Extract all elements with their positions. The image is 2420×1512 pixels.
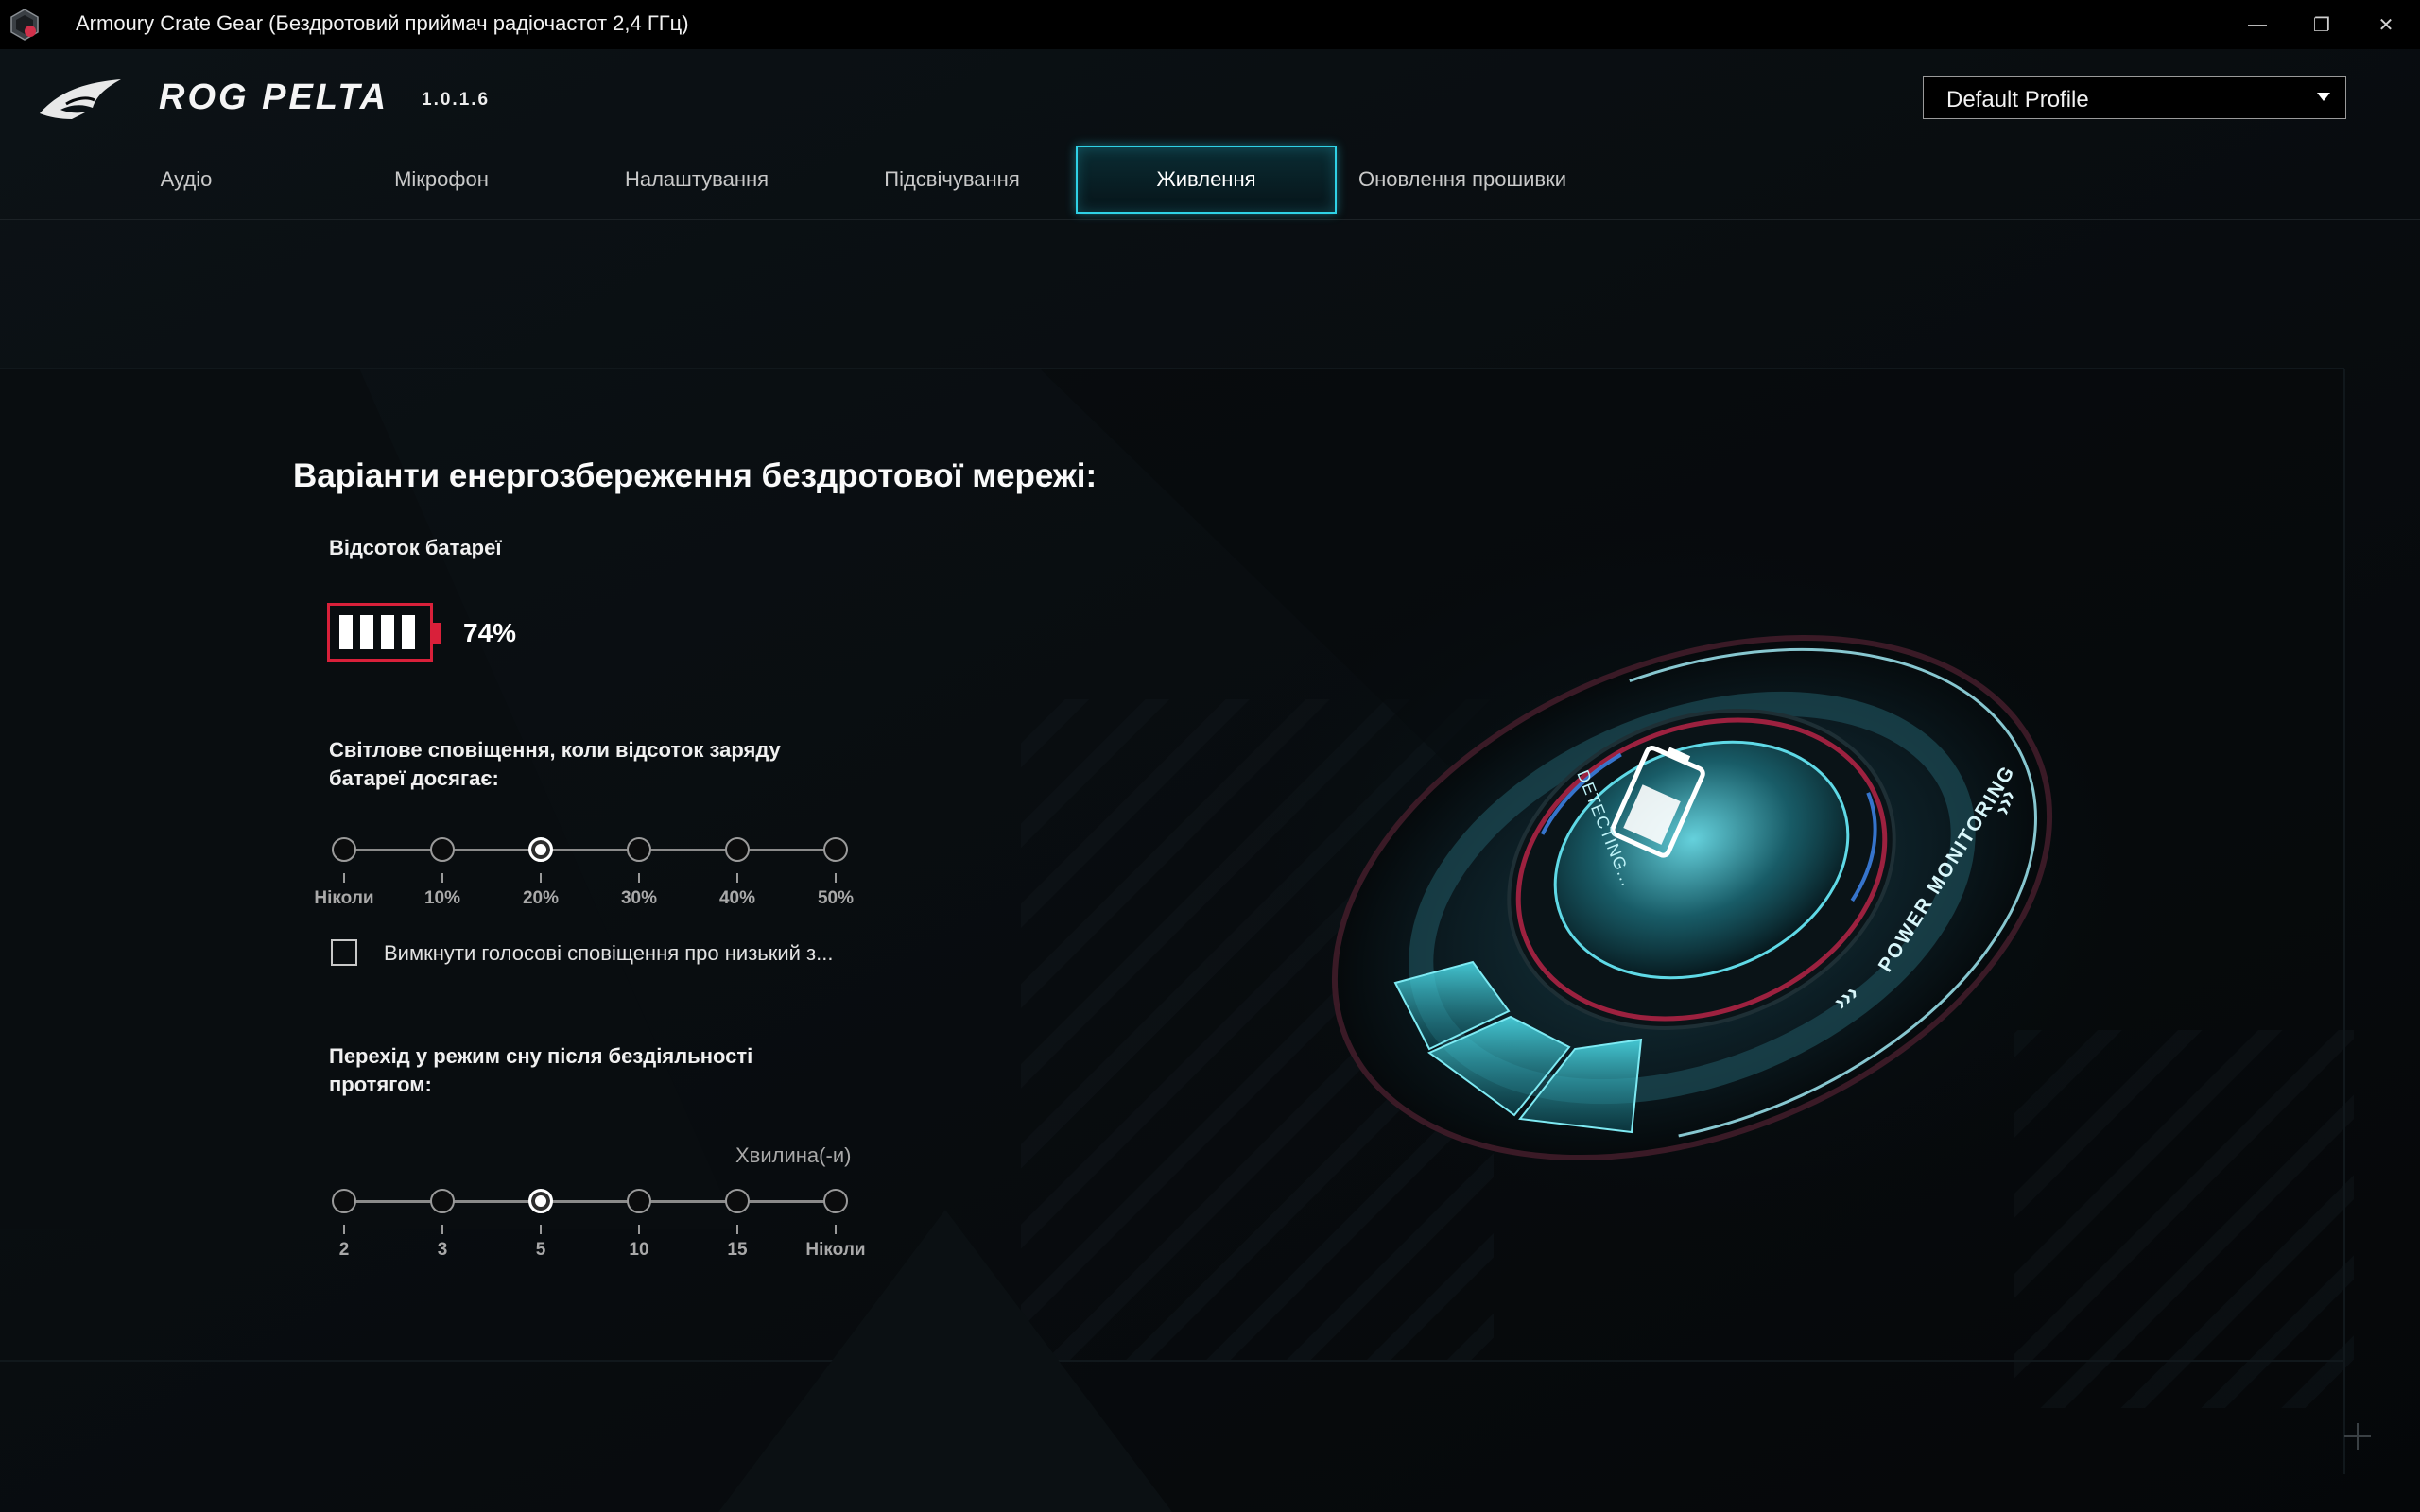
- battery-label: Відсоток батареї: [329, 536, 502, 559]
- window-title: Armoury Crate Gear (Бездротовий приймач …: [76, 11, 689, 35]
- slider-tick-label: 50%: [817, 888, 855, 908]
- slider-tick: [736, 1225, 738, 1234]
- battery-tip: [433, 623, 441, 644]
- slider-option-30[interactable]: [627, 837, 651, 862]
- slider-track: [344, 849, 836, 851]
- slider-tick: [441, 1225, 443, 1234]
- slider-tick-label: 30%: [620, 888, 658, 908]
- slider-tick-label: 10%: [424, 888, 461, 908]
- slider-tick-label: Ніколи: [805, 1240, 866, 1260]
- slider-tick-label: 20%: [522, 888, 560, 908]
- slider-track: [344, 1200, 836, 1203]
- tab-audio[interactable]: Аудіо: [113, 146, 259, 214]
- tab-firmware-update[interactable]: Оновлення прошивки: [1342, 146, 1582, 214]
- slider-tick-label: 15: [727, 1240, 748, 1260]
- close-button[interactable]: ✕: [2354, 0, 2418, 49]
- slider-tick: [638, 1225, 640, 1234]
- slider-option-never[interactable]: [823, 1189, 848, 1213]
- section-title: Варіанти енергозбереження бездротової ме…: [293, 457, 1098, 494]
- light-notification-label: Світлове сповіщення, коли відсоток заряд…: [329, 736, 781, 793]
- title-bar: Armoury Crate Gear (Бездротовий приймач …: [0, 0, 2420, 49]
- battery-cell: [381, 615, 394, 649]
- slider-option-5[interactable]: [528, 1189, 553, 1213]
- slider-tick-label: 40%: [718, 888, 756, 908]
- slider-tick: [540, 1225, 542, 1234]
- tab-bar: Аудіо Мікрофон Налаштування Підсвічуванн…: [0, 142, 2420, 220]
- light-notification-slider[interactable]: Ніколи 10% 20% 30% 40% 50%: [314, 832, 854, 908]
- profile-selected-value: Default Profile: [1946, 87, 2089, 112]
- slider-tick-label: 2: [338, 1240, 350, 1260]
- voice-alert-checkbox[interactable]: [331, 939, 357, 966]
- slider-tick: [441, 873, 443, 883]
- sleep-label-line1: Перехід у режим сну після бездіяльності: [329, 1044, 753, 1068]
- slider-option-50[interactable]: [823, 837, 848, 862]
- slider-tick: [835, 1225, 837, 1234]
- slider-option-20[interactable]: [528, 837, 553, 862]
- restore-button[interactable]: ❐: [2290, 0, 2354, 49]
- sleep-unit-label: Хвилина(-и): [735, 1143, 852, 1167]
- tab-power[interactable]: Живлення: [1076, 146, 1337, 214]
- slider-option-3[interactable]: [430, 1189, 455, 1213]
- tab-settings[interactable]: Налаштування: [605, 146, 788, 214]
- slider-tick: [343, 873, 345, 883]
- slider-tick: [638, 873, 640, 883]
- slider-option-10[interactable]: [627, 1189, 651, 1213]
- light-notification-label-line1: Світлове сповіщення, коли відсоток заряд…: [329, 738, 781, 762]
- power-monitoring-illustration: DETECTING... POWER MONITORING ››› ›››: [1331, 635, 2053, 1160]
- resize-grip-icon[interactable]: [2342, 1421, 2373, 1452]
- slider-tick-label: 10: [629, 1240, 649, 1260]
- battery-cell: [402, 615, 415, 649]
- tab-microphone[interactable]: Мікрофон: [365, 146, 518, 214]
- slider-option-10[interactable]: [430, 837, 455, 862]
- voice-alert-label[interactable]: Вимкнути голосові сповіщення про низький…: [384, 941, 833, 966]
- slider-tick-label: Ніколи: [314, 888, 374, 908]
- battery-icon: [327, 603, 433, 662]
- minimize-button[interactable]: —: [2225, 0, 2290, 49]
- light-notification-label-line2: батареї досягає:: [329, 766, 499, 790]
- slider-option-never[interactable]: [332, 837, 356, 862]
- profile-dropdown[interactable]: Default Profile: [1923, 76, 2346, 119]
- battery-percent: 74%: [463, 618, 517, 647]
- armoury-crate-app-icon: [10, 9, 39, 41]
- chevron-down-icon: [2317, 93, 2330, 101]
- sleep-label-line2: протягом:: [329, 1073, 432, 1096]
- slider-option-40[interactable]: [725, 837, 750, 862]
- slider-tick: [540, 873, 542, 883]
- slider-tick: [343, 1225, 345, 1234]
- product-name: ROG PELTA: [159, 77, 389, 117]
- tab-lighting[interactable]: Підсвічування: [860, 146, 1044, 214]
- slider-tick-label: 5: [535, 1240, 546, 1260]
- slider-tick: [835, 873, 837, 883]
- slider-option-15[interactable]: [725, 1189, 750, 1213]
- slider-option-2[interactable]: [332, 1189, 356, 1213]
- firmware-version: 1.0.1.6: [422, 90, 491, 110]
- sleep-timer-slider[interactable]: 2 3 5 10 15 Ніколи: [332, 1183, 866, 1260]
- slider-tick: [736, 873, 738, 883]
- battery-cell: [360, 615, 373, 649]
- sleep-label: Перехід у режим сну після бездіяльності …: [329, 1042, 752, 1099]
- slider-tick-label: 3: [437, 1240, 448, 1260]
- rog-eye-logo: [40, 79, 121, 119]
- battery-cell: [339, 615, 353, 649]
